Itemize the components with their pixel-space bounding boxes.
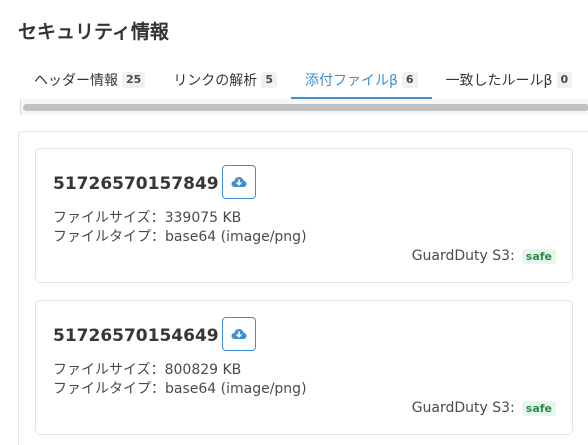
- scan-result: GuardDuty S3: safe: [412, 248, 556, 264]
- tab-label: ヘッダー情報: [34, 73, 118, 89]
- tab-header-info[interactable]: ヘッダー情報 25: [20, 62, 159, 98]
- cloud-download-icon: [231, 176, 247, 188]
- tab-scrollbar[interactable]: [20, 99, 588, 115]
- scan-label: GuardDuty S3:: [411, 400, 515, 416]
- status-badge: safe: [521, 400, 556, 416]
- attachment-name: 51726570154649: [53, 326, 219, 346]
- file-type-row: ファイルタイプ：base64 (image/png): [53, 228, 307, 246]
- file-size-label: ファイルサイズ：: [53, 210, 165, 226]
- download-button[interactable]: [222, 165, 256, 199]
- tab-count-badge: 5: [261, 72, 277, 88]
- tab-count-badge: 0: [556, 72, 573, 88]
- scan-label: GuardDuty S3:: [411, 248, 515, 264]
- file-size-row: ファイルサイズ：339075 KB: [53, 209, 241, 227]
- tab-link-analysis[interactable]: リンクの解析 5: [159, 62, 291, 98]
- file-size-value: 800829 KB: [164, 362, 242, 378]
- tab-attachments[interactable]: 添付ファイルβ 6: [290, 62, 432, 99]
- tab-bar: ヘッダー情報 25 リンクの解析 5 添付ファイルβ 6 一致したルールβ 0: [20, 62, 588, 99]
- tab-label: 添付ファイルβ: [304, 73, 398, 89]
- attachment-card: 51726570154649 ファイルサイズ：800829 KB ファイルタイプ…: [35, 300, 573, 435]
- tab-matched-rules[interactable]: 一致したルールβ 0: [432, 62, 587, 98]
- scrollbar-thumb[interactable]: [23, 104, 588, 111]
- attachment-name: 51726570157849: [53, 174, 219, 194]
- page-title: セキュリティ情報: [18, 21, 169, 43]
- file-type-value: base64 (image/png): [165, 229, 307, 245]
- file-type-label: ファイルタイプ：: [53, 229, 165, 245]
- file-type-label: ファイルタイプ：: [53, 381, 165, 397]
- tab-count-badge: 6: [401, 72, 418, 88]
- tab-label: 一致したルールβ: [445, 73, 553, 89]
- download-button[interactable]: [222, 317, 256, 351]
- file-size-value: 339075 KB: [164, 210, 242, 226]
- attachment-card: 51726570157849 ファイルサイズ：339075 KB ファイルタイプ…: [35, 148, 573, 283]
- file-type-row: ファイルタイプ：base64 (image/png): [53, 380, 307, 398]
- file-type-value: base64 (image/png): [165, 381, 307, 397]
- tab-count-badge: 25: [122, 72, 146, 88]
- scan-result: GuardDuty S3: safe: [412, 400, 556, 416]
- tab-label: リンクの解析: [173, 73, 258, 89]
- cloud-download-icon: [231, 328, 247, 340]
- file-size-label: ファイルサイズ：: [53, 362, 165, 378]
- security-info-page: セキュリティ情報 ヘッダー情報 25 リンクの解析 5 添付ファイルβ 6 一致…: [0, 0, 588, 445]
- file-size-row: ファイルサイズ：800829 KB: [53, 361, 241, 379]
- status-badge: safe: [521, 248, 556, 264]
